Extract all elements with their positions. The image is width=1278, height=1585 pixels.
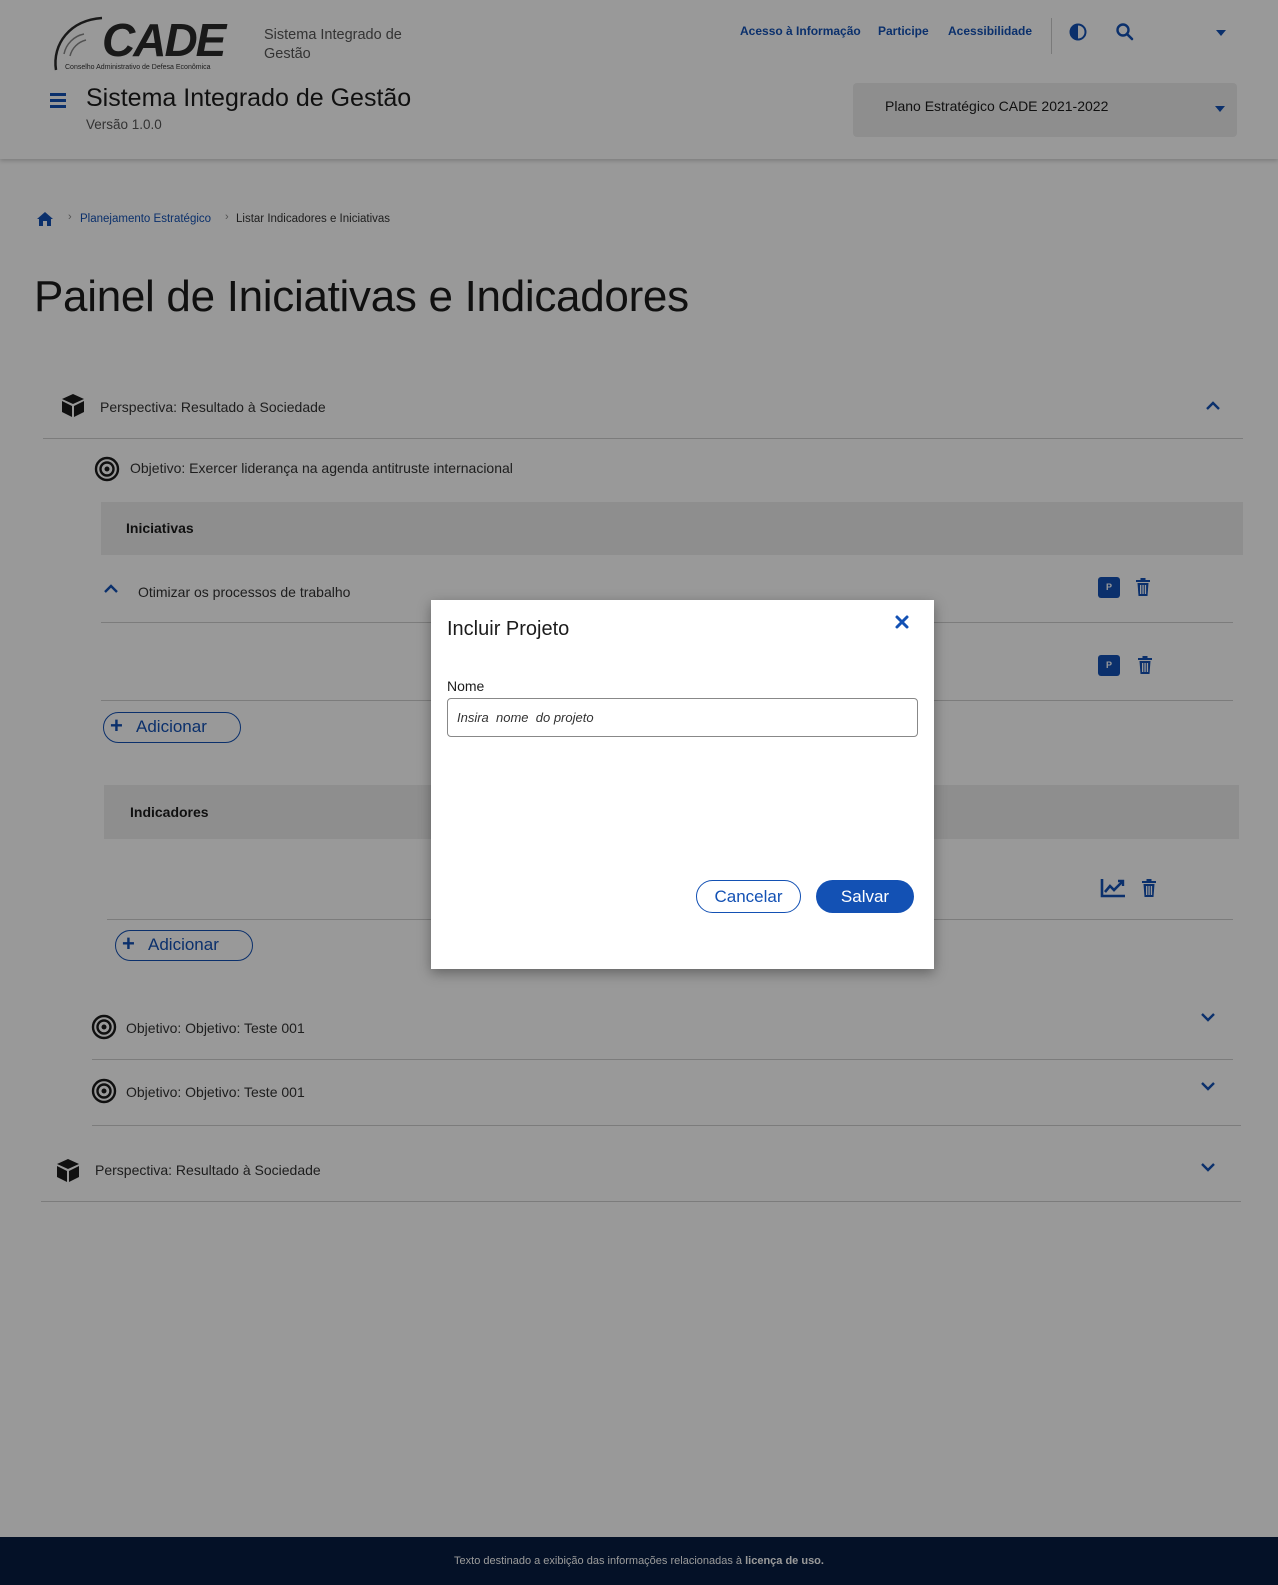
cancel-button[interactable]: Cancelar — [696, 880, 801, 913]
save-button[interactable]: Salvar — [816, 880, 914, 913]
close-icon[interactable] — [893, 613, 911, 631]
name-field-label: Nome — [447, 678, 485, 694]
modal-title: Incluir Projeto — [447, 618, 570, 640]
project-name-input[interactable] — [447, 698, 918, 737]
include-project-modal: Incluir Projeto Nome Cancelar Salvar — [431, 600, 934, 969]
